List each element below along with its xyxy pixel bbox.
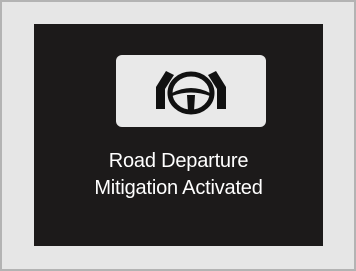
instrument-display: Road Departure Mitigation Activated xyxy=(34,24,323,246)
alert-message-line-1: Road Departure xyxy=(108,150,249,172)
alert-message-line-2: Mitigation Activated xyxy=(94,177,263,199)
display-frame: Road Departure Mitigation Activated xyxy=(0,0,356,271)
road-departure-steering-icon xyxy=(156,71,226,115)
alert-message: Road Departure Mitigation Activated xyxy=(34,148,323,202)
warning-icon-tile xyxy=(116,55,266,127)
